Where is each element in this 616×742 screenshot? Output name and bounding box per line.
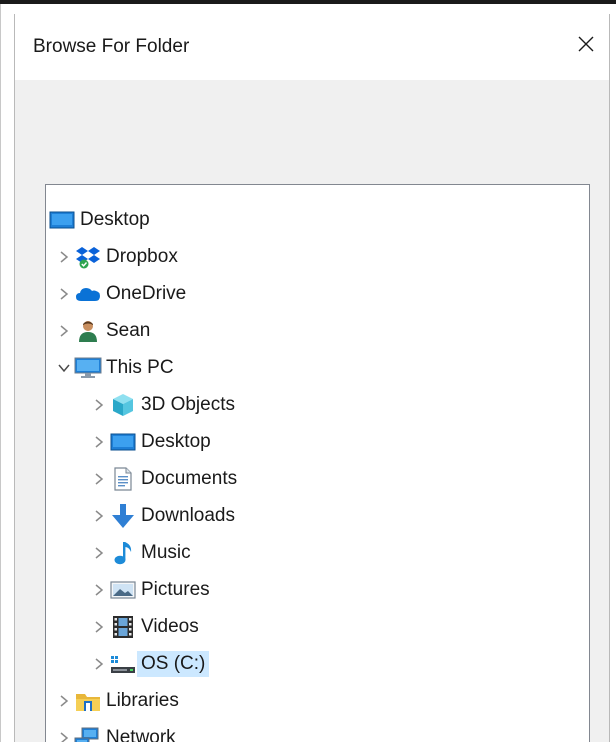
browse-for-folder-dialog: Browse For Folder Desktop Dropbox OneDri… xyxy=(14,14,610,742)
tree-item-label: Pictures xyxy=(141,578,210,600)
tree-item-label: This PC xyxy=(106,356,174,378)
tree-item-network[interactable]: Network xyxy=(54,720,180,742)
tree-item-pictures[interactable]: Pictures xyxy=(89,572,214,607)
user-icon xyxy=(74,318,102,344)
tree-item-label: Dropbox xyxy=(106,245,178,267)
chevron-right-icon[interactable] xyxy=(89,506,109,526)
libraries-icon xyxy=(74,688,102,714)
tree-item-label: 3D Objects xyxy=(141,393,235,415)
tree-item-dropbox[interactable]: Dropbox xyxy=(54,239,182,274)
tree-item-music[interactable]: Music xyxy=(89,535,195,570)
tree-item-label: Sean xyxy=(106,319,151,341)
chevron-right-icon[interactable] xyxy=(89,543,109,563)
chevron-down-icon[interactable] xyxy=(54,358,74,378)
chevron-right-icon[interactable] xyxy=(89,469,109,489)
drive-icon xyxy=(109,651,137,677)
chevron-right-icon[interactable] xyxy=(54,691,74,711)
tree-item-desktop-root[interactable]: Desktop xyxy=(48,202,154,237)
documents-icon xyxy=(109,466,137,492)
dialog-title: Browse For Folder xyxy=(33,36,190,57)
close-button[interactable] xyxy=(563,24,609,64)
chevron-right-icon[interactable] xyxy=(54,728,74,742)
tree-item-os-c[interactable]: OS (C:) xyxy=(89,646,210,681)
folder-tree[interactable]: Desktop Dropbox OneDrive Sean This PC 3D… xyxy=(45,184,590,742)
tree-item-label: OneDrive xyxy=(106,282,187,304)
tree-item-libraries[interactable]: Libraries xyxy=(54,683,183,718)
close-icon xyxy=(578,36,594,52)
network-icon xyxy=(74,725,102,742)
chevron-right-icon[interactable] xyxy=(54,247,74,267)
chevron-right-icon[interactable] xyxy=(89,654,109,674)
computer-icon xyxy=(74,355,102,381)
videos-icon xyxy=(109,614,137,640)
chevron-right-icon[interactable] xyxy=(89,580,109,600)
tree-item-label: Desktop xyxy=(141,430,211,452)
tree-item-onedrive[interactable]: OneDrive xyxy=(54,276,190,311)
tree-item-videos[interactable]: Videos xyxy=(89,609,203,644)
tree-item-label: Libraries xyxy=(106,689,179,711)
dropbox-icon xyxy=(74,244,102,270)
tree-item-label: Documents xyxy=(141,467,238,489)
downloads-icon xyxy=(109,503,137,529)
tree-item-3d-objects[interactable]: 3D Objects xyxy=(89,387,239,422)
3d-objects-icon xyxy=(109,392,137,418)
chevron-right-icon[interactable] xyxy=(54,284,74,304)
left-edge xyxy=(0,4,1,742)
desktop-icon xyxy=(109,429,137,455)
tree-item-label: Network xyxy=(106,726,176,742)
desktop-icon xyxy=(48,207,76,233)
top-edge xyxy=(0,0,616,4)
chevron-right-icon[interactable] xyxy=(89,617,109,637)
tree-item-label: Downloads xyxy=(141,504,235,526)
title-bar: Browse For Folder xyxy=(15,14,609,80)
screen: Browse For Folder Desktop Dropbox OneDri… xyxy=(0,0,616,742)
chevron-right-icon[interactable] xyxy=(89,432,109,452)
tree-item-downloads[interactable]: Downloads xyxy=(89,498,239,533)
chevron-right-icon[interactable] xyxy=(54,321,74,341)
tree-item-label: Music xyxy=(141,541,191,563)
onedrive-icon xyxy=(74,281,102,307)
music-icon xyxy=(109,540,137,566)
pictures-icon xyxy=(109,577,137,603)
tree-item-label: OS (C:) xyxy=(137,650,210,677)
tree-item-label: Videos xyxy=(141,615,199,637)
tree-item-documents[interactable]: Documents xyxy=(89,461,241,496)
tree-item-this-pc[interactable]: This PC xyxy=(54,350,178,385)
tree-item-sean[interactable]: Sean xyxy=(54,313,154,348)
chevron-right-icon[interactable] xyxy=(89,395,109,415)
tree-item-label: Desktop xyxy=(80,208,150,230)
tree-item-desktop[interactable]: Desktop xyxy=(89,424,215,459)
